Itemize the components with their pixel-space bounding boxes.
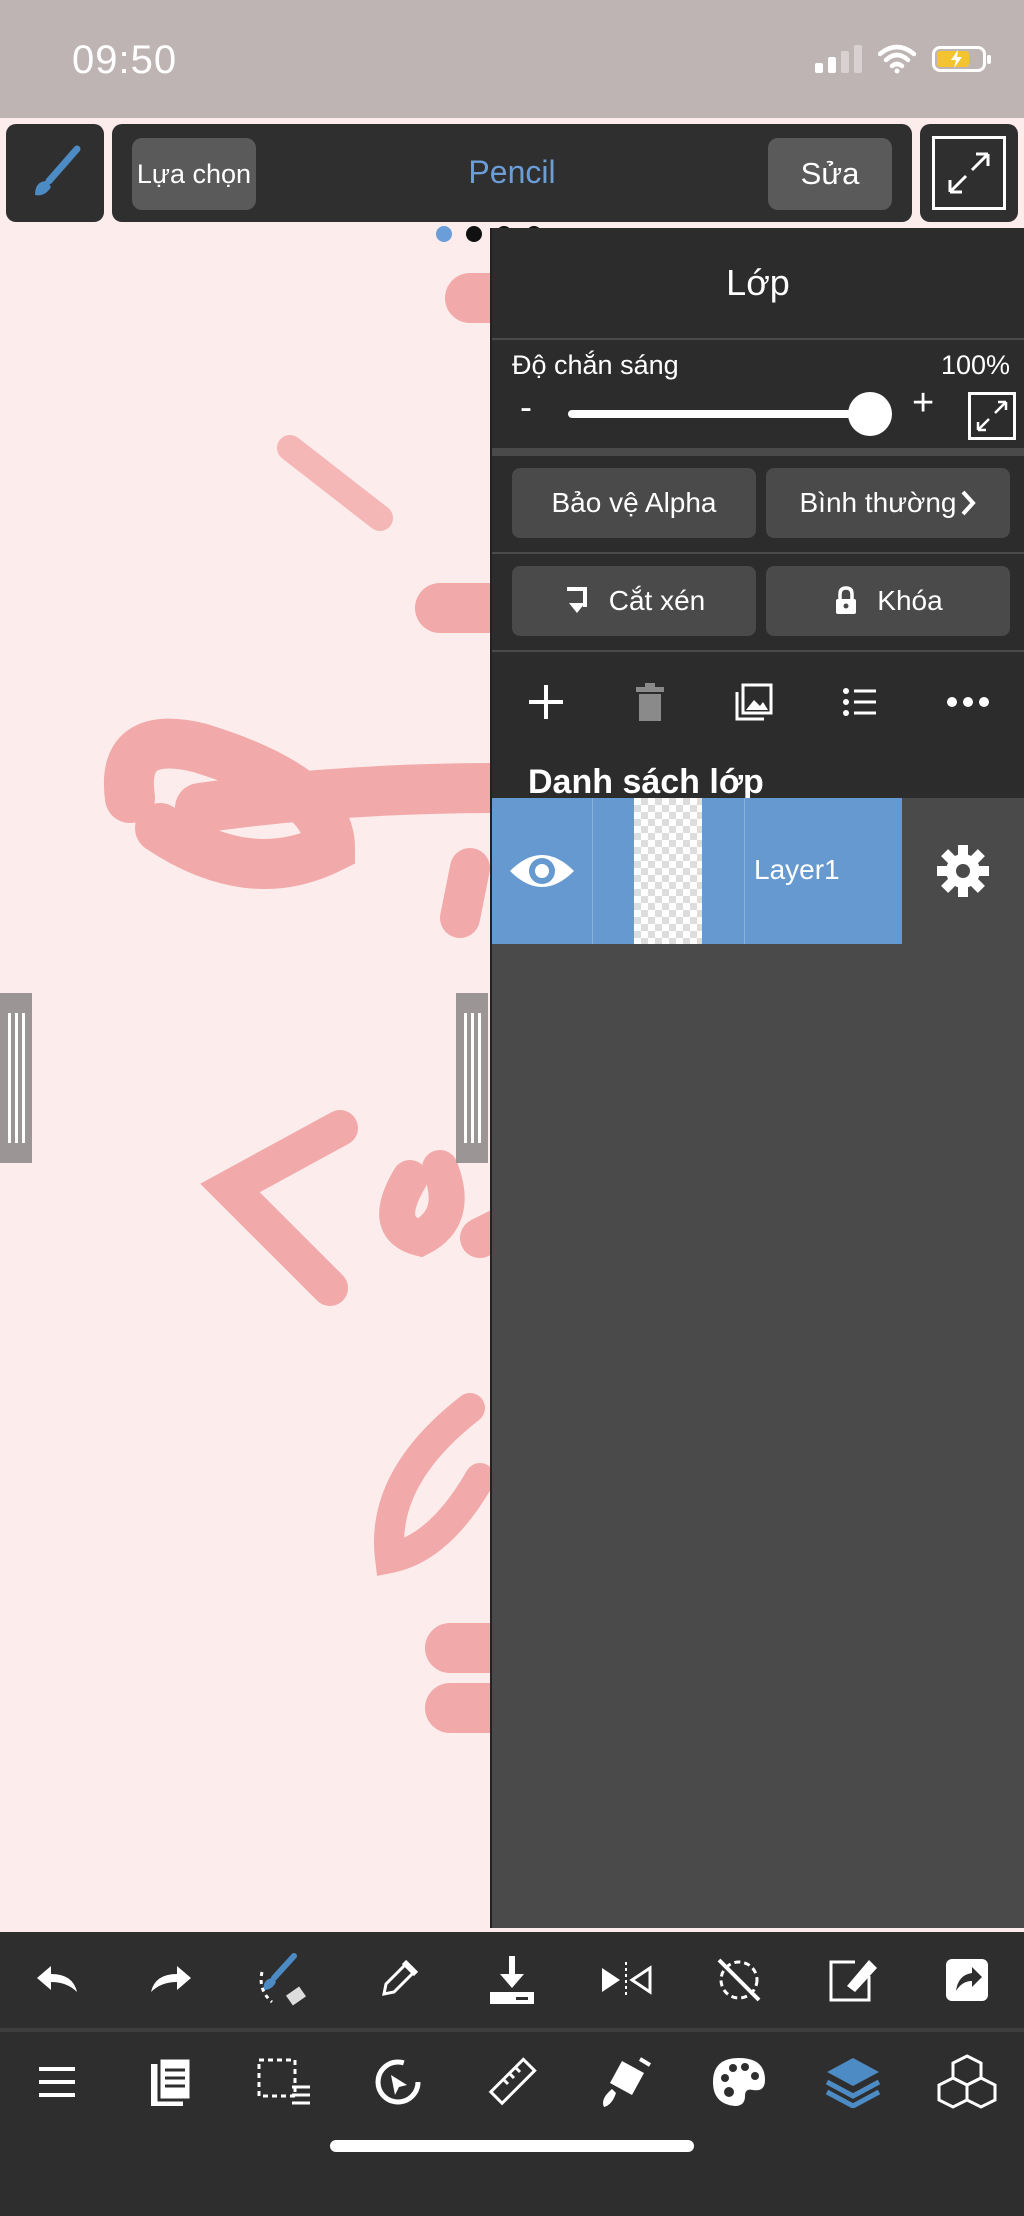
- more-options-button[interactable]: [946, 696, 990, 708]
- layer-settings-button[interactable]: [902, 798, 1024, 944]
- bottom-toolbar-actions: [0, 1932, 1024, 2032]
- tool-panel: Lựa chọn Pencil Sửa: [112, 124, 912, 222]
- gear-icon: [937, 845, 989, 897]
- share-button[interactable]: [927, 1940, 1007, 2020]
- layer-row[interactable]: Layer1: [492, 798, 1024, 944]
- pages-icon: [150, 2056, 193, 2106]
- right-panel-handle[interactable]: [456, 993, 488, 1163]
- brush-icon: [35, 145, 81, 196]
- materials-icon: [937, 2054, 997, 2109]
- bottom-toolbar-main: [0, 2032, 1024, 2216]
- status-bar: 09:50: [0, 0, 1024, 118]
- save-icon: [489, 1956, 534, 2004]
- delete-layer-button[interactable]: [634, 682, 666, 722]
- lock-icon: [836, 586, 857, 614]
- eyedropper-icon: [382, 1959, 419, 1996]
- layers-panel: Lớp Độ chắn sáng 100% - + Bảo vệ Alpha B…: [490, 228, 1024, 1928]
- redo-button[interactable]: [131, 1940, 211, 2020]
- clip-lock-row: Cắt xén Khóa: [492, 554, 1024, 650]
- opacity-increase-button[interactable]: +: [912, 382, 934, 425]
- undo-button[interactable]: [17, 1940, 97, 2020]
- import-image-button[interactable]: [734, 682, 774, 722]
- opacity-section: Độ chắn sáng 100% - +: [492, 340, 1024, 448]
- blend-mode-label: Bình thường: [799, 487, 957, 518]
- fill-button[interactable]: [586, 2042, 666, 2122]
- lock-button[interactable]: Khóa: [766, 566, 1010, 636]
- layers-button[interactable]: [813, 2042, 893, 2122]
- trash-icon: [636, 683, 664, 721]
- save-button[interactable]: [472, 1940, 552, 2020]
- rotate-reset-button[interactable]: [699, 1940, 779, 2020]
- share-icon: [946, 1959, 988, 2001]
- more-icon: [947, 697, 989, 707]
- layers-panel-title: Lớp: [492, 228, 1024, 338]
- opacity-expand-button[interactable]: [968, 392, 1016, 440]
- pages-button[interactable]: [131, 2042, 211, 2122]
- expand-icon: [948, 152, 990, 194]
- wifi-icon: [878, 44, 916, 74]
- alpha-protect-label: Bảo vệ Alpha: [551, 487, 717, 518]
- fullscreen-button[interactable]: [920, 124, 1018, 222]
- status-time: 09:50: [72, 38, 178, 82]
- fill-icon: [602, 2057, 651, 2107]
- alpha-protect-button[interactable]: Bảo vệ Alpha: [512, 468, 756, 538]
- selection-icon: [257, 2058, 311, 2105]
- layer-thumbnail: [634, 798, 702, 944]
- edit-button-bottom[interactable]: [813, 1940, 893, 2020]
- flip-icon: [601, 1962, 652, 1998]
- layer-name: Layer1: [754, 854, 840, 885]
- transform-button[interactable]: [358, 2042, 438, 2122]
- blend-row: Bảo vệ Alpha Bình thường: [492, 456, 1024, 552]
- expand-icon: [976, 400, 1008, 432]
- rotate-reset-icon: [718, 1958, 761, 2002]
- palette-icon: [713, 2058, 766, 2106]
- transform-icon: [375, 2059, 421, 2105]
- top-toolbar: Lựa chọn Pencil Sửa: [0, 118, 1024, 228]
- opacity-value: 100%: [940, 350, 1010, 380]
- materials-button[interactable]: [927, 2042, 1007, 2122]
- home-indicator[interactable]: [330, 2140, 694, 2152]
- signal-icon: [815, 45, 862, 73]
- selection-button[interactable]: [244, 2042, 324, 2122]
- layer-list-button[interactable]: [842, 686, 878, 718]
- layer-thumbnail-cell: [594, 798, 745, 944]
- brush-eraser-toggle[interactable]: [244, 1940, 324, 2020]
- left-panel-handle[interactable]: [0, 993, 32, 1163]
- clipping-icon: [566, 587, 587, 613]
- eye-icon: [510, 855, 574, 887]
- battery-icon: [932, 46, 991, 72]
- lock-label: Khóa: [877, 585, 943, 616]
- flip-button[interactable]: [586, 1940, 666, 2020]
- opacity-decrease-button[interactable]: -: [520, 386, 532, 428]
- layer-actions-row: [492, 652, 1024, 752]
- edit-icon: [829, 1960, 878, 2002]
- redo-icon: [150, 1966, 191, 1992]
- plus-icon: [529, 685, 563, 719]
- clipping-label: Cắt xén: [608, 585, 706, 616]
- edit-button[interactable]: Sửa: [768, 138, 892, 210]
- image-icon: [735, 683, 773, 721]
- add-layer-button[interactable]: [526, 682, 566, 722]
- blend-mode-button[interactable]: Bình thường: [766, 468, 1010, 538]
- eyedropper-button[interactable]: [358, 1940, 438, 2020]
- undo-icon: [36, 1966, 77, 1992]
- layers-icon: [826, 2058, 881, 2108]
- menu-icon: [38, 2067, 75, 2097]
- menu-button[interactable]: [17, 2042, 97, 2122]
- drawing-canvas[interactable]: [0, 228, 490, 1932]
- clipping-button[interactable]: Cắt xén: [512, 566, 756, 636]
- ruler-button[interactable]: [472, 2042, 552, 2122]
- brush-tool-button[interactable]: [6, 124, 104, 222]
- opacity-slider-knob[interactable]: [848, 392, 892, 436]
- list-icon: [843, 688, 876, 716]
- canvas-strokes: [103, 273, 490, 1733]
- opacity-label: Độ chắn sáng: [512, 350, 679, 380]
- brush-transform-icon: [260, 1953, 307, 2006]
- layer-visibility-toggle[interactable]: [492, 798, 593, 944]
- opacity-slider[interactable]: [568, 410, 888, 418]
- ruler-icon: [488, 2057, 537, 2106]
- chevron-right-icon: [962, 490, 977, 516]
- palette-button[interactable]: [699, 2042, 779, 2122]
